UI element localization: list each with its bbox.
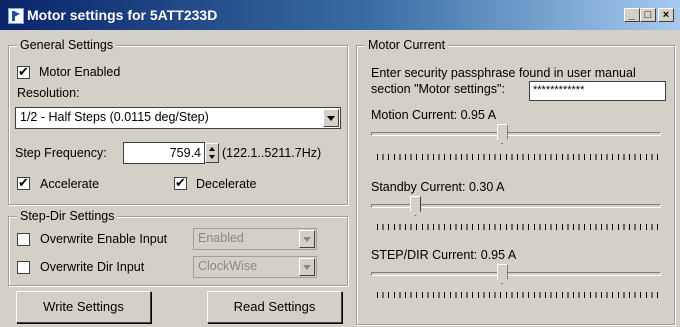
step-dir-settings-legend: Step-Dir Settings [17, 209, 118, 223]
stepdir-current-slider[interactable] [496, 264, 508, 284]
overwrite-enable-value: Enabled [198, 231, 244, 245]
resolution-label: Resolution: [17, 86, 80, 100]
stepdir-current-track [371, 272, 661, 276]
passphrase-input[interactable]: ************ [529, 81, 666, 101]
standby-current-label: Standby Current: 0.30 A [371, 180, 505, 194]
title-bar[interactable]: Motor settings for 5ATT233D _ □ × [0, 0, 680, 30]
step-frequency-spinner[interactable] [205, 143, 219, 163]
chevron-down-icon [299, 258, 315, 276]
overwrite-dir-checkbox[interactable] [17, 261, 30, 274]
overwrite-enable-select: Enabled [193, 228, 317, 250]
resolution-value: 1/2 - Half Steps (0.0115 deg/Step) [20, 110, 209, 124]
overwrite-dir-label: Overwrite Dir Input [40, 260, 145, 274]
step-dir-settings-group: Step-Dir Settings Overwrite Enable Input… [8, 209, 348, 286]
chevron-down-icon[interactable] [323, 109, 339, 127]
standby-current-slider[interactable] [410, 196, 422, 216]
close-button[interactable]: × [658, 8, 674, 22]
passphrase-prompt-line1: Enter security passphrase found in user … [371, 66, 636, 80]
decelerate-checkbox[interactable] [174, 175, 187, 191]
motor-current-group: Motor Current Enter security passphrase … [356, 38, 675, 325]
general-settings-legend: General Settings [17, 38, 117, 52]
motor-current-legend: Motor Current [365, 38, 449, 52]
overwrite-dir-select: ClockWise [193, 256, 317, 278]
maximize-button[interactable]: □ [640, 8, 656, 22]
motor-enabled-label: Motor Enabled [39, 65, 121, 79]
resolution-select[interactable]: 1/2 - Half Steps (0.0115 deg/Step) [15, 107, 341, 129]
motor-settings-window: Motor settings for 5ATT233D _ □ × Genera… [0, 0, 680, 327]
overwrite-enable-label: Overwrite Enable Input [40, 232, 168, 246]
decelerate-label: Decelerate [196, 177, 257, 191]
chevron-down-icon [299, 230, 315, 248]
stepdir-current-ticks [377, 292, 660, 298]
motion-current-ticks [377, 154, 660, 160]
window-title: Motor settings for 5ATT233D [27, 7, 218, 23]
motor-enabled-checkbox[interactable] [17, 64, 30, 80]
write-settings-button[interactable]: Write Settings [16, 291, 151, 323]
motion-current-slider[interactable] [496, 124, 508, 144]
minimize-button[interactable]: _ [624, 8, 640, 22]
accelerate-checkbox[interactable] [17, 175, 30, 191]
read-settings-button[interactable]: Read Settings [207, 291, 342, 323]
stepdir-current-label: STEP/DIR Current: 0.95 A [371, 248, 517, 262]
general-settings-group: General Settings Motor Enabled Resolutio… [8, 38, 348, 205]
standby-current-ticks [377, 224, 660, 230]
overwrite-enable-checkbox[interactable] [17, 233, 30, 246]
accelerate-label: Accelerate [40, 177, 100, 191]
overwrite-dir-value: ClockWise [198, 259, 258, 273]
step-frequency-label: Step Frequency: [15, 146, 107, 160]
motion-current-label: Motion Current: 0.95 A [371, 108, 497, 122]
app-icon [8, 8, 24, 24]
step-frequency-range: (122.1..5211.7Hz) [222, 146, 322, 160]
step-frequency-input[interactable]: 759.4 [123, 142, 205, 164]
passphrase-prompt-line2: section "Motor settings": [371, 82, 505, 96]
motion-current-track [371, 132, 661, 136]
